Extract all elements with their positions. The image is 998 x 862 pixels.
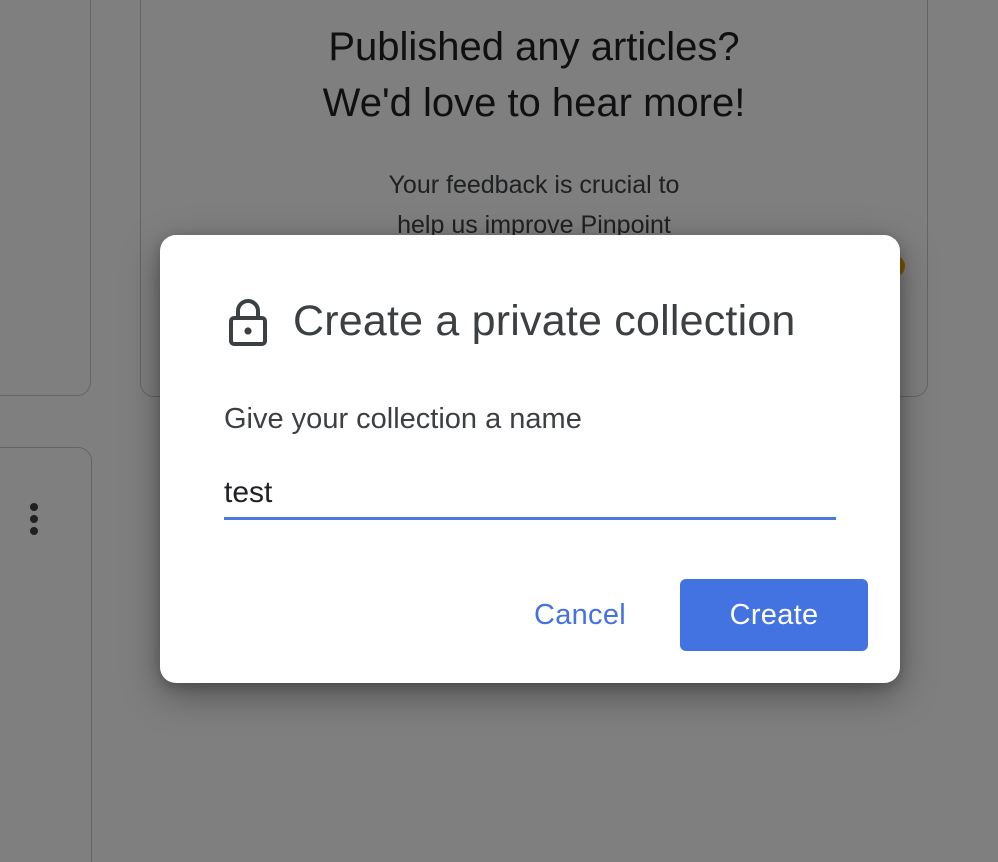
cancel-button[interactable]: Cancel: [510, 579, 650, 651]
create-button[interactable]: Create: [680, 579, 868, 651]
dialog-title: Create a private collection: [293, 297, 796, 345]
lock-icon: [229, 298, 267, 346]
collection-name-label: Give your collection a name: [224, 403, 582, 435]
input-underline: [224, 517, 836, 520]
collection-name-input[interactable]: [224, 469, 836, 517]
dialog-header: Create a private collection: [228, 297, 796, 346]
collection-name-field: [224, 469, 836, 521]
create-collection-dialog: Create a private collection Give your co…: [160, 235, 900, 683]
